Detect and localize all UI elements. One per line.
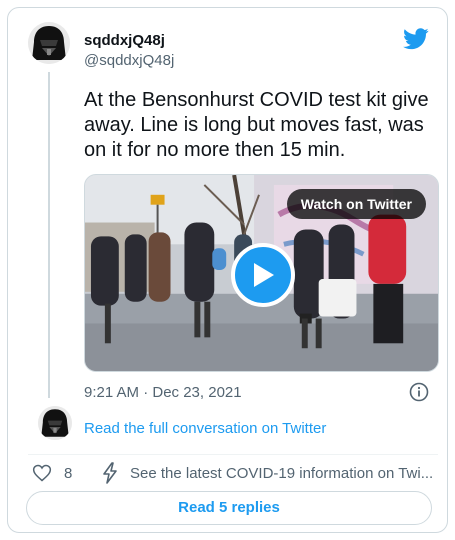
author-avatar[interactable] — [28, 22, 70, 64]
play-icon — [254, 263, 274, 287]
covid-info-link[interactable]: See the latest COVID-19 information on T… — [130, 465, 442, 482]
like-count[interactable]: 8 — [64, 465, 72, 482]
tweet-card: sqddxjQ48j @sqddxjQ48j At the Bensonhurs… — [7, 7, 448, 533]
read-full-conversation-link[interactable]: Read the full conversation on Twitter — [84, 420, 326, 437]
heart-icon[interactable] — [32, 463, 52, 483]
divider — [28, 454, 438, 455]
read-replies-button[interactable]: Read 5 replies — [26, 491, 432, 525]
author-display-name[interactable]: sqddxjQ48j — [84, 32, 165, 49]
conversation-avatar[interactable] — [38, 406, 72, 440]
video-thumbnail[interactable]: Watch on Twitter — [84, 174, 439, 372]
lightning-bolt-icon — [103, 462, 117, 484]
darth-vader-avatar-icon — [38, 406, 72, 440]
author-handle[interactable]: @sqddxjQ48j — [84, 52, 174, 69]
darth-vader-avatar-icon — [28, 22, 70, 64]
thread-line — [48, 72, 50, 398]
info-icon[interactable] — [409, 382, 429, 402]
twitter-bird-icon[interactable] — [403, 28, 429, 50]
play-button[interactable] — [231, 243, 295, 307]
tweet-timestamp[interactable]: 9:21 AM · Dec 23, 2021 — [84, 384, 242, 401]
watch-on-twitter-button[interactable]: Watch on Twitter — [286, 189, 426, 219]
tweet-text: At the Bensonhurst COVID test kit give a… — [84, 89, 429, 161]
